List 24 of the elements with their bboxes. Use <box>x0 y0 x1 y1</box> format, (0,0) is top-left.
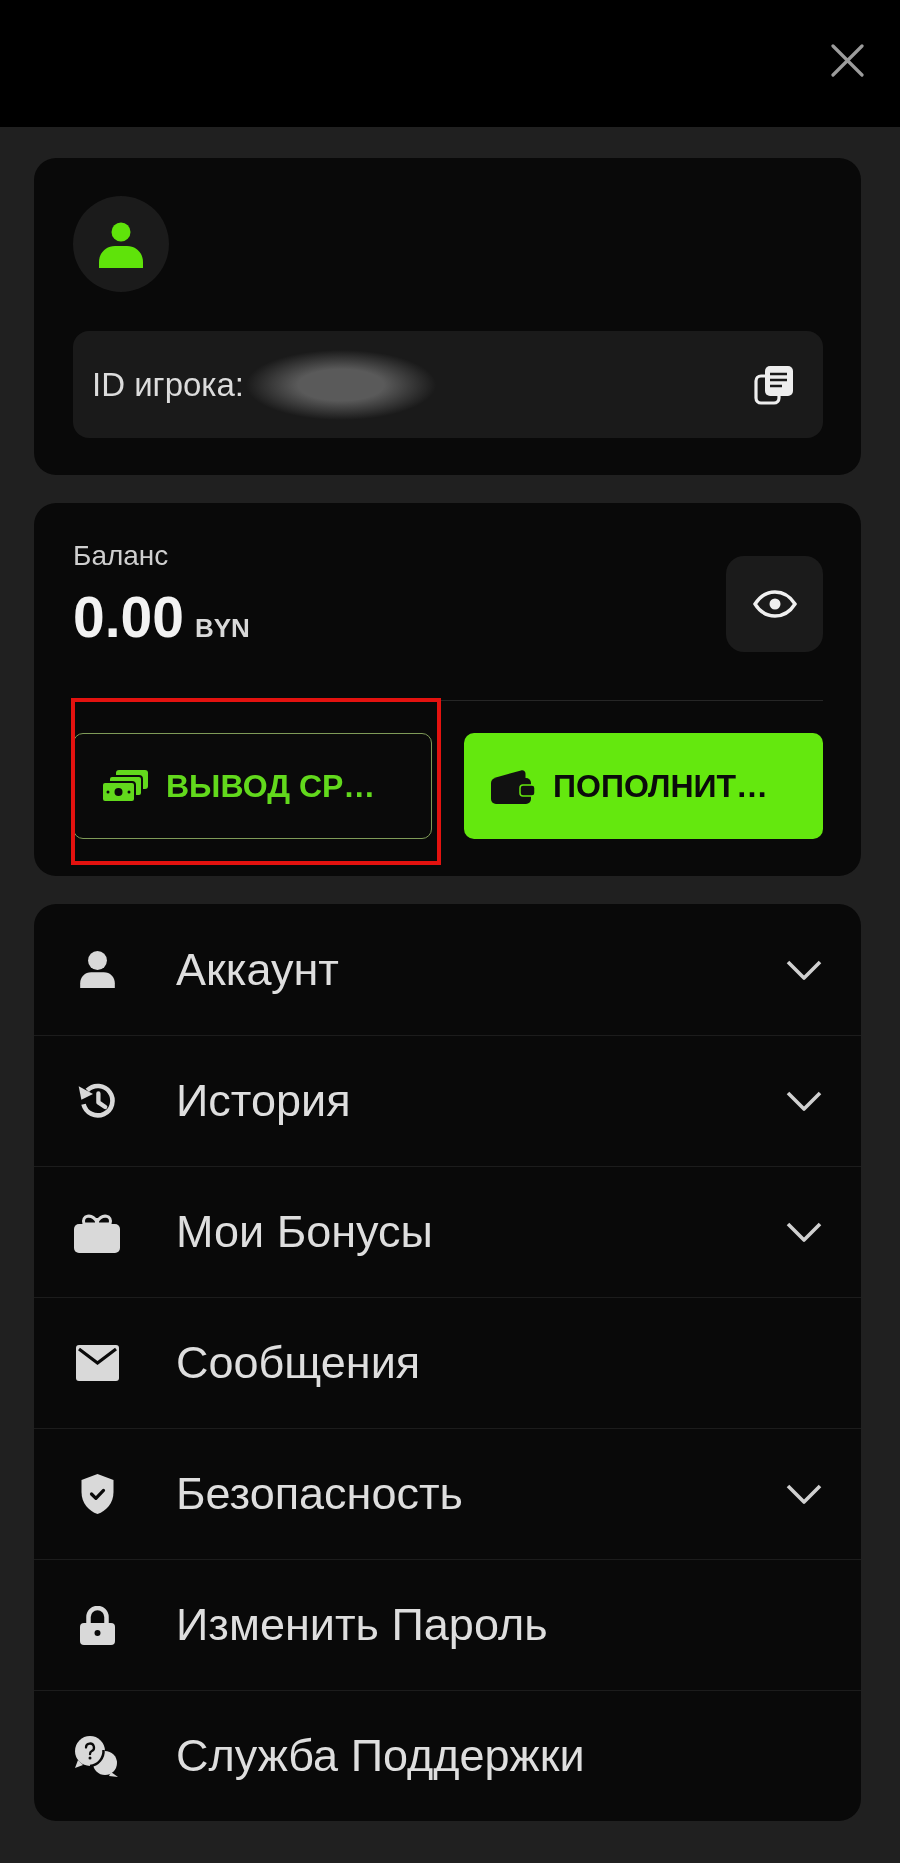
menu-item[interactable]: История <box>34 1035 861 1166</box>
menu-item[interactable]: Изменить Пароль <box>34 1559 861 1690</box>
menu-item[interactable]: Безопасность <box>34 1428 861 1559</box>
envelope-icon <box>75 1345 119 1381</box>
currency-code: BYN <box>194 613 250 644</box>
menu-item[interactable]: Сообщения <box>34 1297 861 1428</box>
menu-item[interactable]: Служба Поддержки <box>34 1690 861 1821</box>
lock-icon <box>79 1605 115 1645</box>
balance-amount: 0.00 <box>73 587 184 647</box>
menu-item[interactable]: Мои Бонусы <box>34 1166 861 1297</box>
deposit-button[interactable]: ПОПОЛНИТ… <box>464 733 823 839</box>
person-icon <box>79 951 115 988</box>
menu-item[interactable]: Аккаунт <box>34 904 861 1035</box>
player-id-label: ID игрока: <box>92 365 245 404</box>
chat-question-icon <box>75 1735 119 1777</box>
eye-icon <box>752 590 797 618</box>
balance-label: Баланс <box>73 539 170 573</box>
avatar-icon <box>73 196 169 292</box>
show-balance-button[interactable] <box>726 556 823 652</box>
withdraw-button[interactable]: ВЫВОД СР… <box>73 733 432 839</box>
copy-icon[interactable] <box>754 364 794 405</box>
money-stack-icon <box>101 769 148 803</box>
close-icon[interactable] <box>831 44 864 77</box>
wallet-icon <box>491 768 535 804</box>
